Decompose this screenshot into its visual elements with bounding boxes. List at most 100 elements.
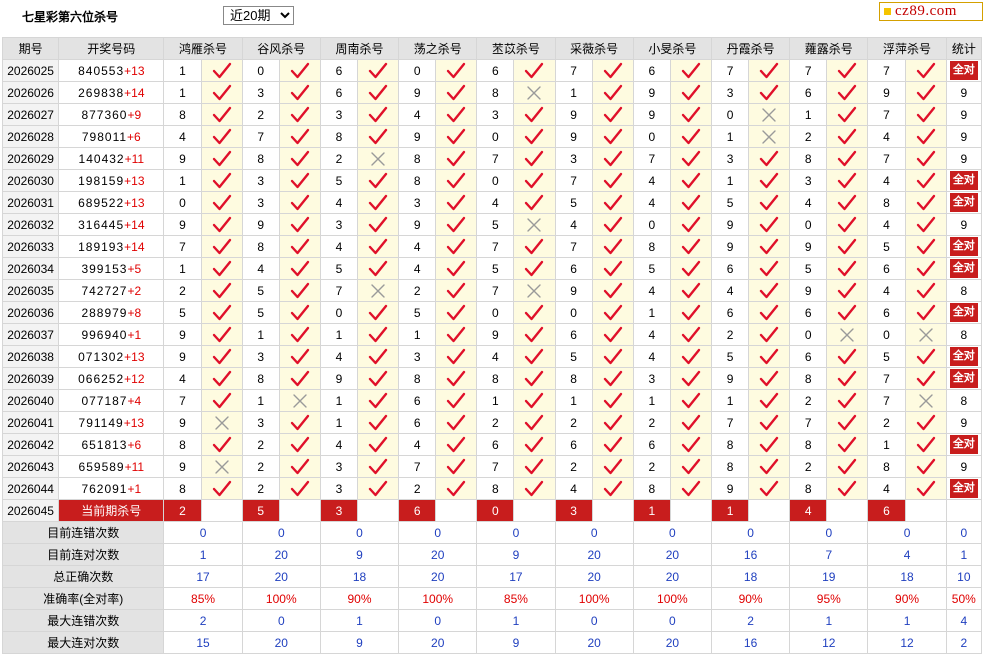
check-mark-icon: [916, 348, 935, 364]
result-mark: [591, 147, 634, 170]
result-mark: [356, 213, 400, 236]
all-correct-badge: 全对: [949, 61, 978, 80]
result-mark: [669, 147, 712, 170]
draw-numbers: 140432+11: [58, 147, 165, 170]
result-mark: [591, 301, 634, 324]
check-mark-icon: [447, 172, 466, 188]
result-mark: [200, 103, 243, 126]
result-mark: [826, 279, 869, 302]
column-header: 浮萍杀号: [867, 37, 947, 60]
check-mark-icon: [838, 216, 857, 232]
kill-number: 1: [319, 389, 358, 412]
draw-bonus-number: +13: [123, 415, 145, 430]
empty-cell: [904, 499, 947, 522]
kill-number: 7: [476, 455, 515, 478]
result-mark: [513, 455, 556, 478]
kill-number: 5: [554, 345, 593, 368]
row-statistic: 9: [945, 411, 983, 434]
check-mark-icon: [525, 414, 544, 430]
empty-cell: [513, 499, 556, 522]
stat-value: 20: [632, 543, 712, 566]
empty-cell: [826, 499, 869, 522]
stat-value: 17: [163, 565, 243, 588]
check-mark-icon: [681, 84, 701, 100]
kill-number: 3: [319, 455, 358, 478]
draw-main-numbers: 077187: [81, 393, 128, 408]
result-mark: [669, 433, 712, 456]
kill-number: 4: [867, 477, 906, 500]
kill-number: 1: [319, 411, 358, 434]
check-mark-icon: [681, 370, 701, 386]
draw-bonus-number: +5: [127, 261, 142, 276]
stat-value: 2: [163, 609, 243, 632]
result-mark: [904, 389, 947, 412]
kill-number: 7: [476, 279, 515, 302]
result-mark: [356, 103, 400, 126]
check-mark-icon: [681, 150, 701, 166]
row-statistic: 全对: [945, 477, 983, 500]
check-mark-icon: [212, 106, 231, 122]
result-mark: [669, 301, 712, 324]
result-mark: [591, 59, 634, 82]
result-mark: [904, 59, 947, 82]
draw-bonus-number: +1: [127, 327, 142, 342]
stat-value: 100%: [398, 587, 478, 610]
result-mark: [435, 477, 478, 500]
result-mark: [513, 301, 556, 324]
kill-number: 2: [319, 147, 358, 170]
kill-number: 6: [632, 59, 671, 82]
stat-value: 1: [319, 609, 400, 632]
check-mark-icon: [916, 238, 935, 254]
draw-main-numbers: 877360: [81, 107, 128, 122]
kill-number: 4: [163, 125, 202, 148]
kill-number: 6: [632, 433, 671, 456]
check-mark-icon: [447, 370, 466, 386]
result-mark: [356, 411, 400, 434]
result-mark: [591, 477, 634, 500]
result-mark: [591, 169, 634, 192]
result-mark: [748, 455, 791, 478]
draw-main-numbers: 189193: [78, 239, 125, 254]
result-mark: [591, 345, 634, 368]
empty-cell: [748, 499, 791, 522]
result-mark: [513, 125, 556, 148]
kill-number: 6: [867, 301, 906, 324]
result-mark: [356, 59, 400, 82]
kill-number: 1: [710, 125, 750, 148]
result-mark: [748, 59, 791, 82]
check-mark-icon: [759, 172, 779, 188]
stat-value: 12: [789, 631, 869, 654]
kill-number: 0: [319, 301, 358, 324]
result-mark: [278, 301, 321, 324]
result-mark: [904, 103, 947, 126]
draw-main-numbers: 762091: [81, 481, 128, 496]
check-mark-icon: [368, 304, 388, 320]
column-header: 蕹露杀号: [789, 37, 869, 60]
kill-number: 9: [398, 213, 437, 236]
period-range-select[interactable]: 近20期: [223, 6, 294, 25]
check-mark-icon: [916, 436, 935, 452]
column-header: 小旻杀号: [632, 37, 712, 60]
check-mark-icon: [290, 414, 310, 430]
all-correct-badge: 全对: [949, 435, 978, 454]
kill-number: 4: [710, 279, 750, 302]
check-mark-icon: [916, 370, 935, 386]
result-mark: [904, 191, 947, 214]
site-logo[interactable]: cz89.com: [879, 2, 983, 21]
row-statistic: 全对: [945, 433, 983, 456]
check-mark-icon: [681, 348, 701, 364]
current-kill-number: 6: [398, 499, 437, 522]
result-mark: [278, 433, 321, 456]
check-mark-icon: [447, 84, 466, 100]
table-row: 2026038 071302+13 9 3 4 3 4 5 4 5 6 5 全对: [1, 345, 983, 368]
result-mark: [826, 345, 869, 368]
kill-number: 1: [241, 389, 280, 412]
result-mark: [591, 235, 634, 258]
kill-number: 9: [554, 125, 593, 148]
check-mark-icon: [525, 238, 544, 254]
kill-number: 9: [710, 213, 750, 236]
result-mark: [513, 279, 556, 302]
result-mark: [278, 191, 321, 214]
check-mark-icon: [838, 238, 857, 254]
result-mark: [826, 81, 869, 104]
